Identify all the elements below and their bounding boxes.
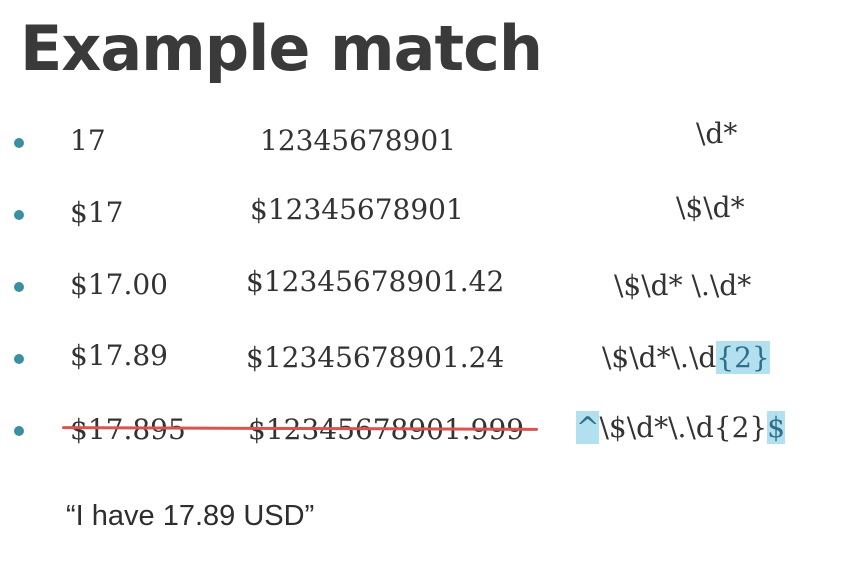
example-row: $17.895 $12345678901.999 ^\$\d*\.\d{2}$ — [0, 406, 844, 456]
example-row: 17 12345678901 \d* — [0, 117, 844, 168]
regex-pattern: \d* — [696, 117, 738, 150]
short-example: $17.895 — [70, 413, 186, 446]
long-example: $12345678901.42 — [246, 265, 505, 298]
bullet-icon — [14, 282, 24, 292]
long-example: $12345678901 — [250, 193, 464, 226]
example-quote: “I have 17.89 USD” — [66, 500, 315, 532]
example-row: $17.89 $12345678901.24 \$\d*\.\d{2} — [0, 334, 844, 384]
short-example: $17 — [70, 196, 124, 229]
regex-highlight-quantifier: {2} — [716, 341, 770, 374]
regex-highlight-end-anchor: $ — [767, 411, 786, 444]
bullet-icon — [14, 354, 24, 364]
example-row: $17.00 $12345678901.42 \$\d* \.\d* — [0, 262, 844, 312]
short-example: $17.00 — [70, 268, 168, 301]
bullet-icon — [14, 210, 24, 220]
long-example: $12345678901.24 — [246, 341, 505, 374]
short-example: $17.89 — [70, 339, 168, 372]
regex-highlight-start-anchor: ^ — [576, 411, 600, 444]
example-row: $17 $12345678901 \$\d* — [0, 190, 844, 240]
bullet-icon — [14, 426, 24, 436]
bullet-icon — [14, 138, 24, 148]
regex-part: \$\d*\.\d — [602, 341, 717, 374]
regex-pattern: ^\$\d*\.\d{2}$ — [576, 410, 786, 446]
regex-pattern: \$\d* \.\d* — [614, 269, 752, 302]
regex-pattern: \$\d*\.\d{2} — [602, 340, 770, 376]
regex-pattern: \$\d* — [676, 191, 745, 224]
slide-title: Example match — [20, 12, 543, 85]
short-example: 17 — [70, 124, 106, 157]
regex-part: \$\d*\.\d{2} — [599, 411, 768, 444]
long-example: 12345678901 — [260, 124, 456, 157]
